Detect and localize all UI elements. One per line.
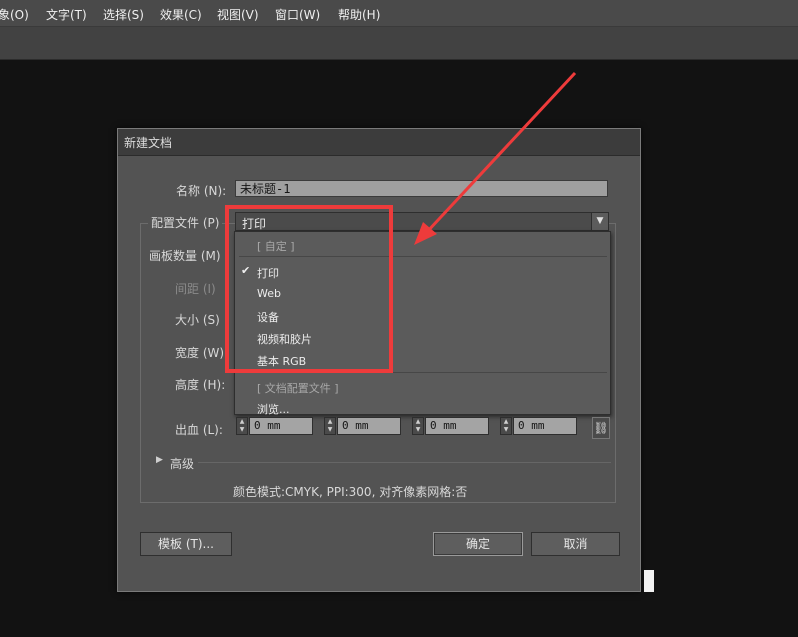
annotation-arrow-icon xyxy=(414,71,577,245)
